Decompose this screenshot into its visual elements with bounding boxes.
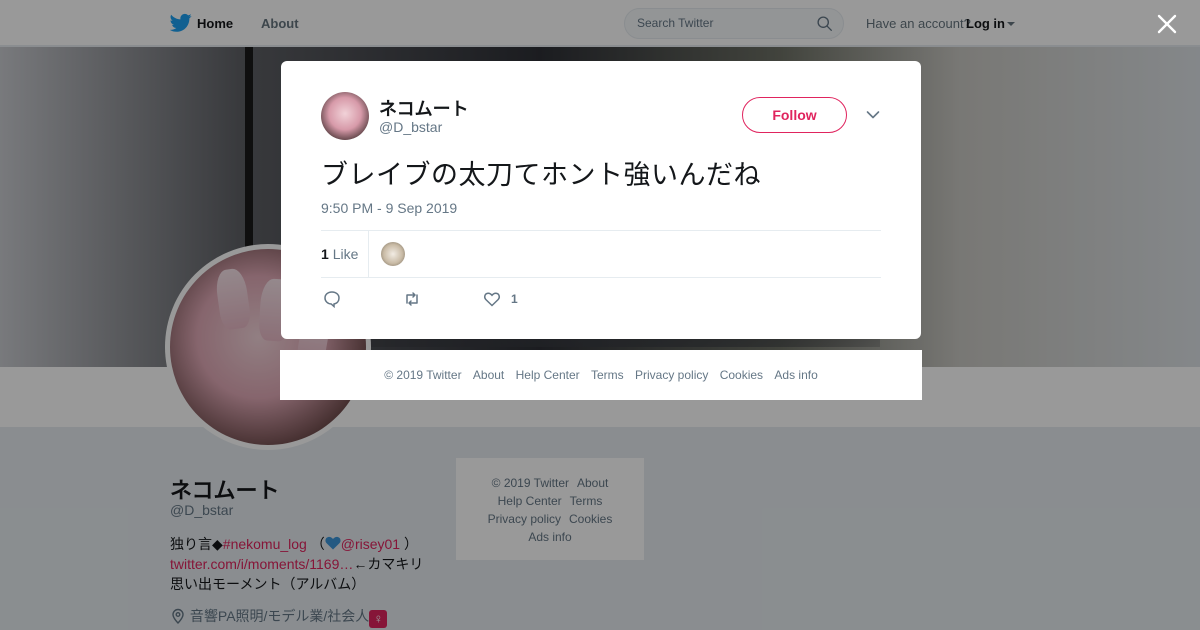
footer-privacy-link[interactable]: Privacy policy bbox=[635, 368, 708, 382]
likes-summary[interactable]: 1 Like bbox=[321, 246, 358, 262]
divider bbox=[368, 231, 369, 277]
footer-terms-link[interactable]: Terms bbox=[591, 368, 624, 382]
modal-footer: © 2019 Twitter About Help Center Terms P… bbox=[280, 350, 922, 400]
like-action-count: 1 bbox=[511, 292, 518, 306]
tweet-author-handle[interactable]: @D_bstar bbox=[379, 119, 442, 135]
follow-button[interactable]: Follow bbox=[742, 97, 847, 133]
tweet-author-avatar[interactable] bbox=[321, 92, 369, 140]
footer-ads-link[interactable]: Ads info bbox=[774, 368, 817, 382]
heart-icon[interactable] bbox=[483, 290, 501, 308]
tweet-modal: ネコムート @D_bstar Follow ブレイブの太刀てホント強いんだね 9… bbox=[281, 61, 921, 339]
footer-copyright: © 2019 Twitter bbox=[384, 368, 462, 382]
likes-number: 1 bbox=[321, 246, 329, 262]
footer-about-link[interactable]: About bbox=[473, 368, 504, 382]
likes-label: Like bbox=[332, 246, 359, 262]
footer-cookies-link[interactable]: Cookies bbox=[720, 368, 763, 382]
divider bbox=[321, 230, 881, 231]
liker-avatar[interactable] bbox=[381, 242, 405, 266]
divider bbox=[321, 277, 881, 278]
footer-help-link[interactable]: Help Center bbox=[516, 368, 580, 382]
tweet-timestamp[interactable]: 9:50 PM - 9 Sep 2019 bbox=[321, 200, 457, 216]
chevron-down-icon[interactable] bbox=[866, 110, 880, 120]
tweet-author-name[interactable]: ネコムート bbox=[379, 95, 469, 121]
reply-icon[interactable] bbox=[323, 290, 341, 308]
close-icon[interactable] bbox=[1155, 12, 1179, 36]
retweet-icon[interactable] bbox=[403, 290, 421, 308]
tweet-text: ブレイブの太刀てホント強いんだね bbox=[321, 160, 761, 190]
